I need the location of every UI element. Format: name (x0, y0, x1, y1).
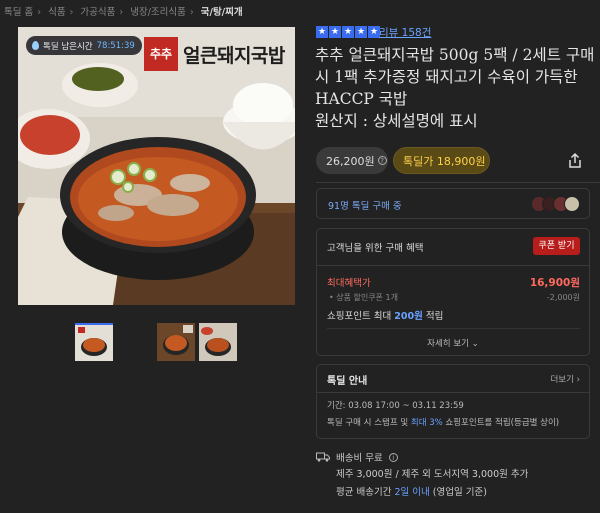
brand-mark: 추추 (144, 37, 178, 71)
divider (317, 265, 589, 266)
breadcrumb-item-chilled[interactable]: 냉장/조리식품 (130, 7, 186, 18)
deal-price-value: 18,900원 (436, 154, 486, 168)
star-icon: ★ (342, 26, 354, 38)
buyer-avatars (531, 196, 580, 212)
share-button[interactable] (566, 152, 584, 170)
deal-price: 톡딜가 18,900원 (393, 147, 490, 174)
buyers-count: 91명 톡딜 구매 중 (328, 201, 402, 212)
breadcrumb-item-home[interactable]: 톡딜 홈 (4, 7, 33, 18)
thumbnail-photo (199, 323, 237, 361)
thumbnail-photo (75, 323, 113, 361)
product-name: 추추 얼큰돼지국밥 500g 5팩 / 2세트 구매시 1팩 추가증정 돼지고기… (315, 46, 595, 108)
thumbnail-3[interactable] (199, 323, 237, 361)
rating-stars: ★ ★ ★ ★ ★ (316, 26, 380, 38)
shipping-extra: 제주 3,000원 / 제주 외 도서지역 3,000원 추가 (336, 469, 529, 480)
divider (327, 328, 580, 329)
shipping-average-value: 2일 이내 (394, 487, 430, 498)
timer-label: 톡딜 남은시간 (43, 41, 93, 52)
max-benefit-label: 최대혜택가 (327, 278, 371, 289)
drop-icon (32, 41, 39, 50)
breadcrumb-separator-icon: › (69, 7, 74, 18)
timer-value: 78:51:39 (96, 40, 135, 51)
thumbnail-strip (0, 323, 300, 363)
star-icon: ★ (316, 26, 328, 38)
breadcrumb-item-processed[interactable]: 가공식품 (80, 7, 115, 18)
deal-period: 기간: 03.08 17:00 ~ 03.11 23:59 (327, 401, 464, 411)
deal-price-label: 톡딜가 (403, 154, 434, 168)
coupon-detail-value: -2,000원 (546, 293, 580, 302)
benefit-header: 고객님을 위한 구매 혜택 (327, 243, 424, 254)
benefit-box: 고객님을 위한 구매 혜택 쿠폰 받기 최대혜택가 16,900원 • 상품 할… (316, 228, 590, 356)
thumbnail-1[interactable] (75, 323, 113, 361)
reviews-link[interactable]: 리뷰 158건 (379, 25, 431, 40)
buyers-box[interactable]: 91명 톡딜 구매 중 (316, 188, 590, 219)
guide-header: 톡딜 안내 (327, 376, 368, 387)
breadcrumb-item-food[interactable]: 식품 (48, 7, 65, 18)
product-origin: 원산지 : 상세설명에 표시 (315, 112, 478, 130)
deal-note-suffix: 쇼핑포인트를 적립(등급별 상이) (442, 418, 560, 428)
avatar (564, 196, 580, 212)
points-value: 200원 (394, 311, 423, 322)
product-title: 추추 얼큰돼지국밥 500g 5팩 / 2세트 구매시 1팩 추가증정 돼지고기… (315, 44, 600, 132)
thumbnail-2[interactable] (157, 323, 195, 361)
breadcrumb-item-current[interactable]: 국/탕/찌개 (201, 7, 243, 18)
guide-more-link[interactable]: 더보기 › (550, 373, 580, 385)
breadcrumb-separator-icon: › (189, 7, 194, 18)
breadcrumb-separator-icon: › (119, 7, 124, 18)
coupon-detail-label: • 상품 할인쿠폰 1개 (329, 293, 398, 302)
shipping-fee: 배송비 무료 (336, 453, 383, 464)
thumbnail-photo (157, 323, 195, 361)
coupon-button[interactable]: 쿠폰 받기 (533, 237, 580, 255)
divider (316, 182, 600, 183)
truck-icon (316, 452, 330, 462)
question-icon[interactable]: ? (377, 156, 387, 165)
original-price: 26,200원? (316, 147, 388, 174)
deal-note: 톡딜 구매 시 스탬프 및 최대 3% 쇼핑포인트를 적립(등급별 상이) (327, 416, 559, 428)
divider (317, 392, 589, 393)
star-icon: ★ (355, 26, 367, 38)
star-icon: ★ (329, 26, 341, 38)
product-image[interactable]: 톡딜 남은시간 78:51:39 추추 얼큰돼지국밥 (18, 27, 295, 305)
brand-logo: 추추 얼큰돼지국밥 (144, 37, 285, 71)
breadcrumb: 톡딜 홈 › 식품 › 가공식품 › 냉장/조리식품 › 국/탕/찌개 (4, 4, 243, 18)
share-icon (569, 152, 581, 168)
original-price-value: 26,200원 (326, 154, 375, 168)
shipping-average-prefix: 평균 배송기간 (336, 487, 395, 498)
shipping-average: 평균 배송기간 2일 이내 (영업일 기준) (336, 484, 487, 498)
info-icon[interactable]: i (388, 452, 398, 462)
shipping-fee-row: 배송비 무료 i (316, 450, 398, 464)
deal-note-highlight: 최대 3% (410, 418, 443, 428)
deal-timer: 톡딜 남은시간 78:51:39 (26, 36, 142, 55)
points-suffix: 적립 (422, 311, 444, 322)
points-prefix: 쇼핑포인트 최대 (327, 311, 395, 322)
max-benefit-value: 16,900원 (529, 277, 580, 289)
breadcrumb-separator-icon: › (37, 7, 42, 18)
brand-name: 얼큰돼지국밥 (183, 44, 285, 67)
deal-note-prefix: 톡딜 구매 시 스탬프 및 (327, 418, 411, 428)
points-info: 쇼핑포인트 최대 200원 적립 (327, 308, 443, 322)
deal-guide-box: 톡딜 안내 더보기 › 기간: 03.08 17:00 ~ 03.11 23:5… (316, 364, 590, 439)
see-more-button[interactable]: 자세히 보기 ⌄ (317, 337, 589, 349)
shipping-average-suffix: (영업일 기준) (429, 487, 487, 498)
